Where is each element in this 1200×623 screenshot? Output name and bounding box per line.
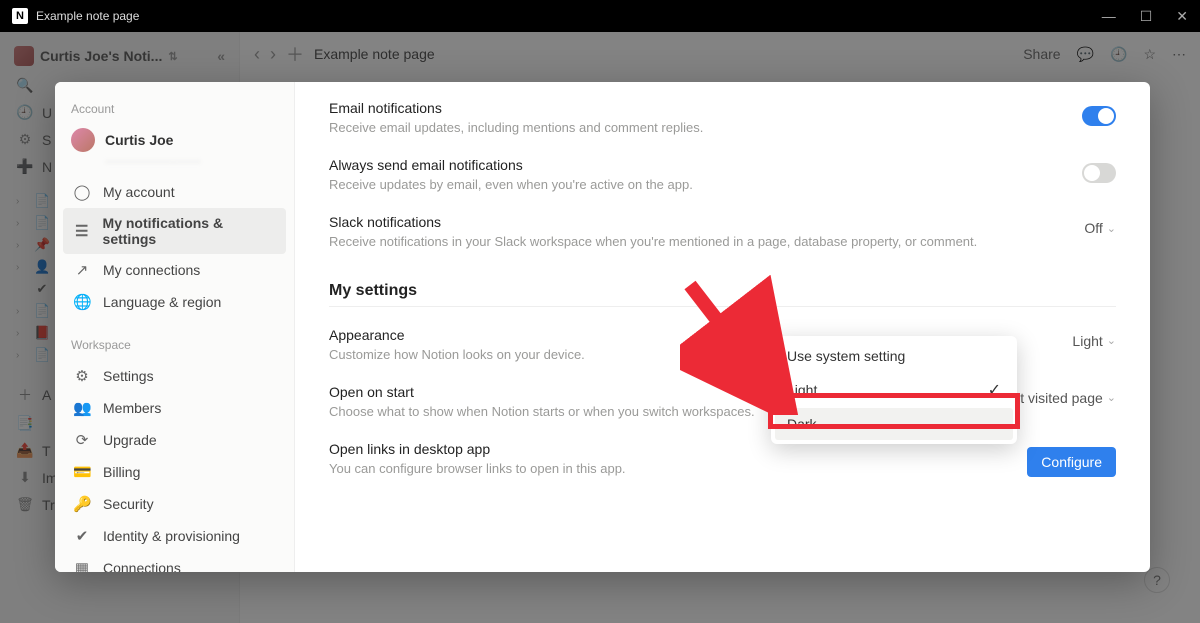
members-icon: 👥	[73, 399, 91, 417]
maximize-button[interactable]: ☐	[1140, 8, 1153, 25]
settings-nav-members[interactable]: 👥 Members	[63, 392, 286, 424]
nav-label: Security	[103, 496, 154, 512]
sidebar-section-account: Account	[63, 96, 286, 124]
setting-row: Email notifications Receive email updates…	[329, 90, 1116, 147]
divider	[329, 306, 1116, 307]
setting-desc: You can configure browser links to open …	[329, 460, 1007, 478]
configure-button[interactable]: Configure	[1027, 447, 1116, 477]
toggle[interactable]	[1082, 163, 1116, 183]
settings-nav-connections[interactable]: ▦ Connections	[63, 552, 286, 572]
settings-nav-language-region[interactable]: 🌐 Language & region	[63, 286, 286, 318]
gear-icon: ⚙	[73, 367, 91, 385]
toggle[interactable]	[1082, 106, 1116, 126]
window-title: Example note page	[36, 9, 139, 23]
settings-nav-my-account[interactable]: ◯ My account	[63, 176, 286, 208]
security-icon: 🔑	[73, 495, 91, 513]
nav-label: Members	[103, 400, 161, 416]
nav-label: Connections	[103, 560, 181, 572]
user-email: ························	[63, 154, 286, 176]
globe-icon: 🌐	[73, 293, 91, 311]
setting-desc: Receive updates by email, even when you'…	[329, 176, 1062, 194]
settings-modal: Account Curtis Joe ·····················…	[55, 82, 1150, 572]
setting-title: Slack notifications	[329, 214, 1064, 230]
identity-icon: ✔	[73, 527, 91, 545]
dropdown-value: Off	[1084, 220, 1102, 236]
dropdown-value: Light	[1072, 333, 1102, 349]
billing-icon: 💳	[73, 463, 91, 481]
setting-row: Always send email notifications Receive u…	[329, 147, 1116, 204]
option-label: Use system setting	[787, 348, 905, 364]
chevron-down-icon: ⌄	[1107, 334, 1116, 347]
setting-title: Always send email notifications	[329, 157, 1062, 173]
chevron-down-icon: ⌄	[1107, 222, 1116, 235]
check-icon: ✓	[988, 380, 1001, 400]
dropdown-trigger[interactable]: Light ⌄	[1072, 333, 1116, 349]
settings-nav-billing[interactable]: 💳 Billing	[63, 456, 286, 488]
nav-label: My account	[103, 184, 175, 200]
minimize-button[interactable]: —	[1102, 8, 1116, 25]
window-titlebar: N Example note page — ☐ ✕	[0, 0, 1200, 32]
close-window-button[interactable]: ✕	[1176, 8, 1188, 25]
settings-nav-my-notifications-settings[interactable]: ☰ My notifications & settings	[63, 208, 286, 254]
settings-nav-my-connections[interactable]: ↗ My connections	[63, 254, 286, 286]
sidebar-user[interactable]: Curtis Joe	[63, 124, 286, 154]
setting-desc: Receive email updates, including mention…	[329, 119, 1062, 137]
chevron-down-icon: ⌄	[1107, 391, 1116, 404]
settings-nav-upgrade[interactable]: ⟳ Upgrade	[63, 424, 286, 456]
dropdown-trigger[interactable]: Off ⌄	[1084, 220, 1116, 236]
dropdown-option-use-system-setting[interactable]: Use system setting	[775, 340, 1013, 372]
settings-nav-settings[interactable]: ⚙ Settings	[63, 360, 286, 392]
nav-label: Billing	[103, 464, 140, 480]
connections-icon: ▦	[73, 559, 91, 572]
nav-label: Upgrade	[103, 432, 157, 448]
sliders-icon: ☰	[73, 222, 91, 240]
link-icon: ↗	[73, 261, 91, 279]
nav-label: My notifications & settings	[103, 215, 276, 247]
option-label: Light	[787, 382, 817, 398]
option-label: Dark	[787, 416, 817, 432]
nav-label: My connections	[103, 262, 200, 278]
setting-title: Email notifications	[329, 100, 1062, 116]
nav-label: Settings	[103, 368, 154, 384]
account-icon: ◯	[73, 183, 91, 201]
upgrade-icon: ⟳	[73, 431, 91, 449]
setting-desc: Receive notifications in your Slack work…	[329, 233, 1064, 251]
appearance-dropdown: Use system setting Light ✓ Dark	[771, 336, 1017, 444]
user-name: Curtis Joe	[105, 132, 173, 148]
app-icon: N	[12, 8, 28, 24]
setting-row: Slack notifications Receive notifications…	[329, 204, 1116, 261]
settings-nav-identity-provisioning[interactable]: ✔ Identity & provisioning	[63, 520, 286, 552]
dropdown-option-light[interactable]: Light ✓	[775, 372, 1013, 408]
settings-nav-security[interactable]: 🔑 Security	[63, 488, 286, 520]
settings-content: Email notifications Receive email updates…	[295, 82, 1150, 572]
settings-sidebar: Account Curtis Joe ·····················…	[55, 82, 295, 572]
avatar	[71, 128, 95, 152]
dropdown-option-dark[interactable]: Dark	[775, 408, 1013, 440]
sidebar-section-workspace: Workspace	[63, 332, 286, 360]
nav-label: Language & region	[103, 294, 221, 310]
nav-label: Identity & provisioning	[103, 528, 240, 544]
section-my-settings: My settings	[329, 282, 1116, 300]
